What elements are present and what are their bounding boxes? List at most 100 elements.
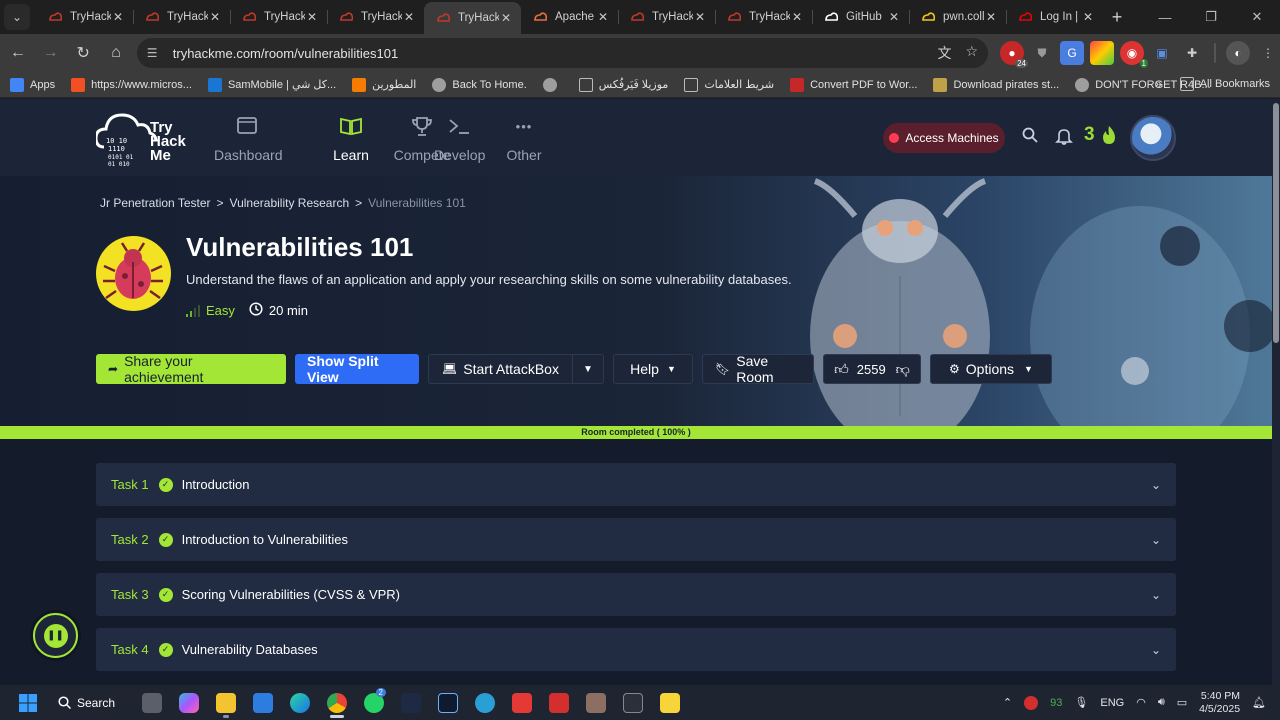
tab-close-icon[interactable]: ✕ bbox=[208, 10, 222, 24]
extension-adblock-icon[interactable]: ● 24 bbox=[1000, 41, 1028, 68]
browser-tab[interactable]: Apache ✕ bbox=[521, 0, 618, 34]
tab-close-icon[interactable]: ✕ bbox=[402, 10, 416, 24]
bookmark-item[interactable]: Convert PDF to Wor... bbox=[790, 77, 917, 92]
taskview-icon[interactable] bbox=[133, 685, 170, 720]
task-row[interactable]: Task 3 ✓ Scoring Vulnerabilities (CVSS & V… bbox=[96, 573, 1176, 616]
taskbar-search[interactable]: Search bbox=[58, 696, 128, 710]
file-explorer-icon[interactable] bbox=[207, 685, 244, 720]
task-row[interactable]: Task 1 ✓ Introduction ⌄ bbox=[96, 463, 1176, 506]
tray-antivirus-icon[interactable] bbox=[1024, 695, 1039, 710]
bookmark-item[interactable] bbox=[542, 77, 563, 92]
all-bookmarks-button[interactable]: All Bookmarks bbox=[1179, 77, 1270, 91]
game-icon[interactable] bbox=[577, 685, 614, 720]
extension-recorder-icon[interactable]: ◉ 1 bbox=[1120, 41, 1148, 68]
extension-window-icon[interactable]: ▣ bbox=[1150, 41, 1174, 65]
thumbs-up-icon[interactable]: 👍︎ bbox=[834, 361, 849, 378]
bookmark-item[interactable]: Apps bbox=[10, 77, 55, 92]
close-window-button[interactable]: ✕ bbox=[1234, 0, 1280, 34]
bookmark-item[interactable]: Back To Home. bbox=[432, 77, 527, 92]
tab-close-icon[interactable]: ✕ bbox=[1081, 10, 1095, 24]
volume-icon[interactable]: 🔊︎ bbox=[1158, 696, 1165, 709]
help-button[interactable]: Help ▼ bbox=[613, 354, 693, 384]
show-split-view-button[interactable]: Show Split View bbox=[295, 353, 419, 385]
tab-search-button[interactable]: ⌄ bbox=[4, 4, 30, 30]
url-text[interactable]: tryhackme.com/room/vulnerabilities101 bbox=[173, 46, 938, 61]
tab-close-icon[interactable]: ✕ bbox=[111, 10, 125, 24]
browser-tab[interactable]: TryHackM✕ bbox=[424, 2, 521, 34]
terminal-app-icon[interactable] bbox=[614, 685, 651, 720]
breadcrumb-path-1[interactable]: Jr Penetration Tester bbox=[100, 196, 211, 210]
media-icon[interactable] bbox=[540, 685, 577, 720]
tab-close-icon[interactable]: ✕ bbox=[693, 10, 707, 24]
tab-close-icon[interactable]: ✕ bbox=[887, 10, 901, 24]
access-machines-button[interactable]: Access Machines bbox=[883, 123, 1005, 153]
chrome-icon[interactable] bbox=[318, 685, 355, 720]
browser-tab[interactable]: TryHackM✕ bbox=[133, 0, 230, 34]
task-row[interactable]: Task 4 ✓ Vulnerability Databases ⌄ bbox=[96, 628, 1176, 671]
chevron-down-icon[interactable]: ⌄ bbox=[1151, 478, 1161, 492]
tab-close-icon[interactable]: ✕ bbox=[499, 11, 513, 25]
page-scrollbar[interactable] bbox=[1272, 99, 1280, 685]
bookmark-item[interactable]: موزيلا فَيَرفُكس bbox=[578, 77, 668, 92]
nav-other[interactable]: ••• Other bbox=[504, 113, 544, 164]
edge-icon[interactable] bbox=[281, 685, 318, 720]
extension-shield-icon[interactable]: ⛊ bbox=[1030, 41, 1054, 65]
chevron-down-icon[interactable]: ⌄ bbox=[1151, 643, 1161, 657]
vscode-icon[interactable] bbox=[392, 685, 429, 720]
browser-tab[interactable]: TryHackM✕ bbox=[715, 0, 812, 34]
bookmark-item[interactable]: المطورين bbox=[352, 77, 416, 92]
copilot-icon[interactable] bbox=[170, 685, 207, 720]
extension-color-icon[interactable] bbox=[1090, 41, 1114, 65]
breadcrumb-path-2[interactable]: Vulnerability Research bbox=[230, 196, 350, 210]
profile-avatar-icon[interactable]: ◐ bbox=[1226, 41, 1250, 65]
bookmark-item[interactable]: Download pirates st... bbox=[933, 77, 1059, 92]
browser-tab[interactable]: TryHackM✕ bbox=[618, 0, 715, 34]
tab-close-icon[interactable]: ✕ bbox=[790, 10, 804, 24]
options-button[interactable]: ⚙ Options ▼ bbox=[930, 354, 1052, 384]
attackbox-dropdown-button[interactable]: ▼ bbox=[573, 355, 603, 383]
notifications-icon[interactable]: 🔔︎ bbox=[1252, 696, 1266, 709]
site-info-icon[interactable]: ☰ bbox=[147, 46, 165, 60]
browser-menu-icon[interactable]: ⋮ bbox=[1256, 41, 1280, 65]
store-icon[interactable] bbox=[244, 685, 281, 720]
minimize-button[interactable]: — bbox=[1142, 0, 1188, 34]
browser-tab[interactable]: TryHackM✕ bbox=[36, 0, 133, 34]
battery-icon[interactable]: ▭ bbox=[1177, 696, 1187, 709]
bookmarks-overflow-icon[interactable]: » bbox=[1155, 76, 1162, 91]
chevron-down-icon[interactable]: ⌄ bbox=[1151, 533, 1161, 547]
thumbs-down-icon[interactable]: 👎︎ bbox=[896, 361, 910, 378]
home-button[interactable]: ⌂ bbox=[101, 38, 131, 68]
wifi-icon[interactable]: ◠ bbox=[1136, 696, 1146, 709]
notification-bell-icon[interactable] bbox=[1055, 127, 1073, 150]
floating-assistant-button[interactable]: ❚❚ bbox=[33, 613, 78, 658]
bookmark-item[interactable]: SamMobile | كل شي... bbox=[207, 77, 336, 92]
browser-tab[interactable]: GitHub ✕ bbox=[812, 0, 909, 34]
translate-icon[interactable]: 文 bbox=[937, 43, 951, 63]
tab-close-icon[interactable]: ✕ bbox=[596, 10, 610, 24]
bookmark-item[interactable]: https://www.micros... bbox=[71, 77, 192, 92]
search-icon[interactable] bbox=[1022, 127, 1038, 148]
task-row[interactable]: Task 2 ✓ Introduction to Vulnerabilities ⌄ bbox=[96, 518, 1176, 561]
sticky-notes-icon[interactable] bbox=[651, 685, 688, 720]
maximize-button[interactable]: ❐ bbox=[1188, 0, 1234, 34]
mail-icon[interactable] bbox=[429, 685, 466, 720]
tray-counter[interactable]: 93 bbox=[1050, 697, 1062, 709]
extension-translate-icon[interactable]: G bbox=[1060, 41, 1084, 65]
tab-close-icon[interactable]: ✕ bbox=[305, 10, 319, 24]
bookmark-star-icon[interactable]: ☆ bbox=[965, 43, 978, 63]
scrollbar-thumb[interactable] bbox=[1273, 103, 1279, 343]
nav-develop[interactable]: Develop bbox=[434, 113, 485, 163]
browser-tab[interactable]: pwn.coll ✕ bbox=[909, 0, 1006, 34]
browser-tab[interactable]: TryHackM✕ bbox=[230, 0, 327, 34]
share-achievement-button[interactable]: ➦ Share your achievement bbox=[96, 353, 286, 385]
streak-counter[interactable]: 3 bbox=[1084, 124, 1118, 146]
bookmark-item[interactable]: شريط العلامات bbox=[684, 77, 774, 92]
new-tab-button[interactable]: + bbox=[1103, 7, 1131, 28]
back-button[interactable]: ← bbox=[3, 38, 33, 68]
forward-button[interactable]: → bbox=[36, 38, 66, 68]
windows-start-button[interactable] bbox=[10, 685, 46, 720]
tab-close-icon[interactable]: ✕ bbox=[984, 10, 998, 24]
nav-dashboard[interactable]: Dashboard bbox=[214, 113, 283, 163]
extensions-puzzle-icon[interactable]: ✚ bbox=[1180, 41, 1204, 65]
network-tool-icon[interactable] bbox=[466, 685, 503, 720]
